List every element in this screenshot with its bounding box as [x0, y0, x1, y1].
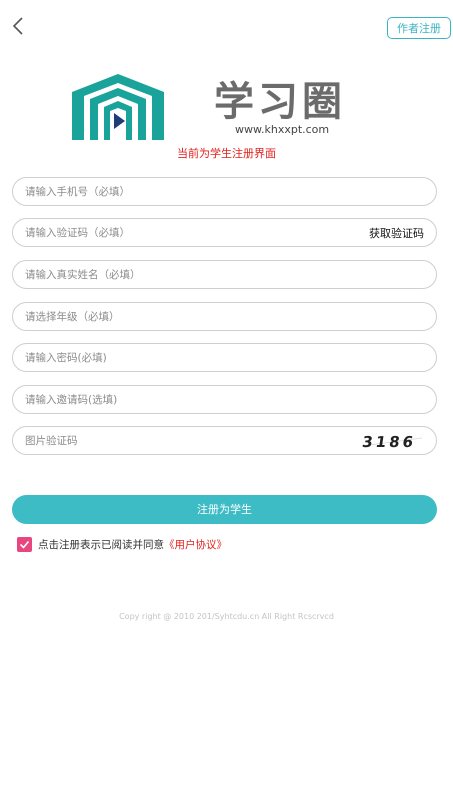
- checkmark-icon: [19, 540, 30, 549]
- real-name-field: [12, 260, 437, 289]
- back-button[interactable]: [6, 14, 30, 38]
- chevron-left-icon: [12, 17, 23, 35]
- invite-code-input[interactable]: [13, 386, 436, 413]
- agreement-row: 点击注册表示已阅读并同意 《用户协议》: [17, 537, 227, 552]
- sms-code-input[interactable]: [13, 219, 369, 246]
- password-field: [12, 343, 437, 372]
- captcha-text: 3186: [361, 433, 417, 451]
- registration-mode-notice: 当前为学生注册界面: [177, 147, 276, 160]
- image-captcha-field: 3186: [12, 426, 437, 455]
- copyright-text: Copy right @ 2010 201/Syhtcdu.cn All Rig…: [119, 612, 334, 621]
- grade-field: [12, 302, 437, 331]
- phone-input[interactable]: [13, 178, 436, 205]
- phone-field: [12, 177, 437, 206]
- author-register-button[interactable]: 作者注册: [387, 17, 451, 39]
- image-captcha-input[interactable]: [13, 427, 360, 454]
- sms-code-field: 获取验证码: [12, 218, 437, 247]
- agreement-checkbox[interactable]: [17, 537, 32, 552]
- password-input[interactable]: [13, 344, 436, 371]
- captcha-image[interactable]: 3186: [360, 429, 426, 452]
- grade-select[interactable]: [13, 303, 436, 330]
- real-name-input[interactable]: [13, 261, 436, 288]
- invite-code-field: [12, 385, 437, 414]
- register-student-button[interactable]: 注册为学生: [12, 495, 437, 524]
- agreement-text: 点击注册表示已阅读并同意: [38, 539, 164, 551]
- logo-url: www.khxxpt.com: [235, 123, 330, 136]
- user-agreement-link[interactable]: 《用户协议》: [164, 537, 227, 552]
- logo-text: 学习圈: [214, 79, 346, 125]
- logo-icon: [72, 74, 164, 140]
- get-code-button[interactable]: 获取验证码: [369, 225, 436, 241]
